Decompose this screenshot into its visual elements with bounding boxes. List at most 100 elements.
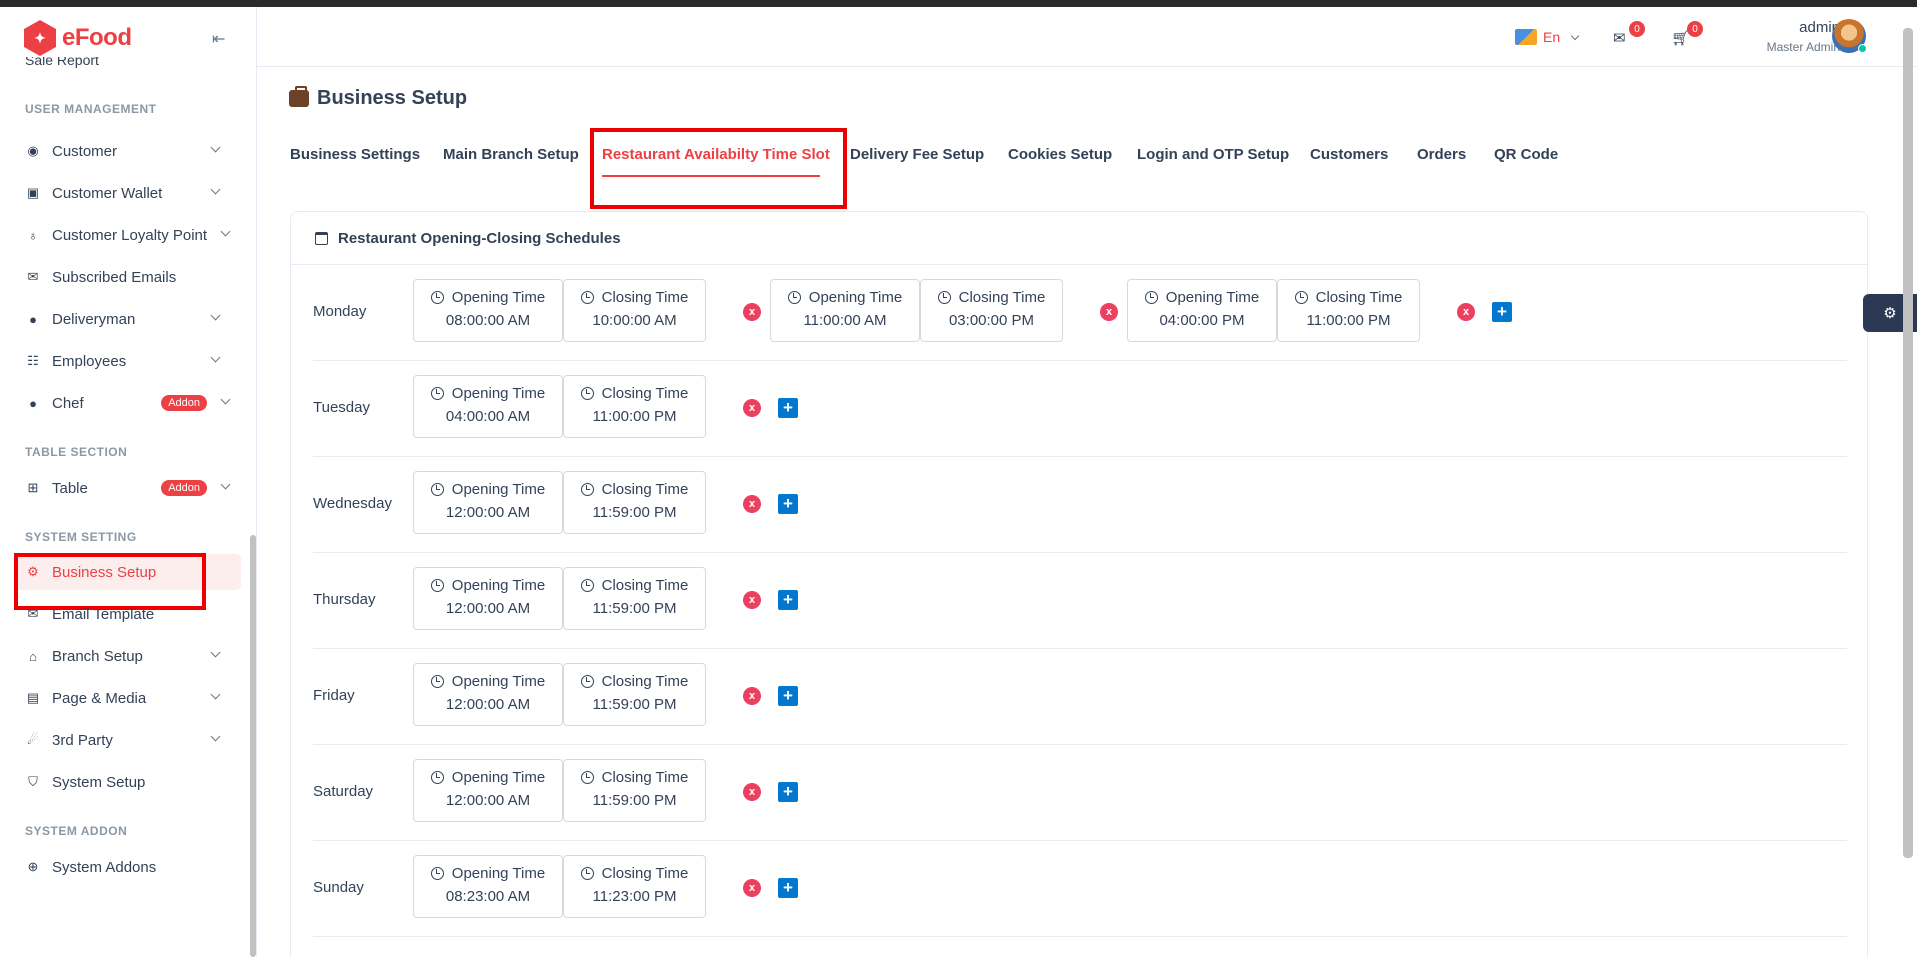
sidebar-item-label: Deliveryman [52,310,136,328]
closing-time-slot[interactable]: Closing Time 11:00:00 PM [1277,279,1420,342]
tab-customers[interactable]: Customers [1310,146,1388,163]
section-system-addon: SYSTEM ADDON [25,824,128,838]
sidebar-scrollbar[interactable] [250,535,256,957]
tab-orders[interactable]: Orders [1417,146,1466,163]
opening-time-slot[interactable]: Opening Time 04:00:00 AM [413,375,563,438]
opening-time-slot-label: Opening Time [451,289,546,306]
avatar[interactable] [1832,19,1867,53]
closing-time-slot-title: Closing Time [1278,289,1419,306]
cart-button[interactable]: 🛒︎ 0 [1671,21,1703,47]
sidebar-item-customer[interactable]: ◉ Customer [14,133,241,169]
add-slot-button[interactable]: + [778,878,798,898]
remove-slot-button[interactable]: x [743,495,761,513]
page-scrollbar[interactable] [1903,28,1913,858]
tab-qr-code[interactable]: QR Code [1494,146,1558,163]
closing-time-slot[interactable]: Closing Time 11:59:00 PM [563,567,706,630]
add-slot-button[interactable]: + [778,494,798,514]
calendar-icon [315,231,328,245]
opening-time-slot[interactable]: Opening Time 12:00:00 AM [413,759,563,822]
sidebar-item-employees[interactable]: ☷ Employees [14,343,241,379]
sidebar-item-email-template[interactable]: ✉ Email Template [14,596,241,632]
opening-time-slot[interactable]: Opening Time 04:00:00 PM [1127,279,1277,342]
sidebar-item-system-addons[interactable]: ⊕ System Addons [14,849,241,885]
shield-check-icon: ⛉ [28,774,38,789]
sidebar-item-label: Branch Setup [52,647,143,665]
opening-time-slot-title: Opening Time [414,289,562,306]
remove-slot-button[interactable]: x [743,783,761,801]
opening-time-slot[interactable]: Opening Time 08:00:00 AM [413,279,563,342]
sidebar-item-3rd-party[interactable]: ☄ 3rd Party [14,722,241,758]
add-slot-button[interactable]: + [778,590,798,610]
add-slot-button[interactable]: + [778,686,798,706]
tab-business-settings[interactable]: Business Settings [290,146,420,163]
sidebar-item-subscribed-emails[interactable]: ✉ Subscribed Emails [14,259,241,295]
user-role: Master Admin [1766,40,1840,54]
closing-time-slot-value: 10:00:00 AM [592,312,677,329]
clock-icon [937,291,951,304]
closing-time-slot-value: 11:59:00 PM [592,600,677,617]
opening-time-slot[interactable]: Opening Time 12:00:00 AM [413,471,563,534]
closing-time-slot[interactable]: Closing Time 03:00:00 PM [920,279,1063,342]
opening-time-slot[interactable]: Opening Time 11:00:00 AM [770,279,920,342]
add-slot-button[interactable]: + [1492,302,1512,322]
opening-time-slot-label: Opening Time [451,865,546,882]
closing-time-slot-title: Closing Time [564,673,705,690]
remove-slot-button[interactable]: x [1457,303,1475,321]
sidebar-collapse-icon[interactable]: ⇤ [212,29,225,49]
sidebar-item-label: Chef [52,394,84,412]
opening-time-slot-value: 08:00:00 AM [445,312,531,329]
sidebar-item-customer-loyalty-point[interactable]: ♁ Customer Loyalty Point [14,217,241,253]
page-title: Business Setup [289,86,467,110]
day-label: Tuesday [313,399,370,416]
closing-time-slot-value: 11:59:00 PM [592,696,677,713]
closing-time-slot-label: Closing Time [601,673,689,690]
top-header: En ✉ 0 🛒︎ 0 admin Master Admin [257,7,1917,67]
addon-badge: Addon [161,480,207,496]
remove-slot-button[interactable]: x [743,303,761,321]
closing-time-slot[interactable]: Closing Time 11:23:00 PM [563,855,706,918]
day-label: Sunday [313,879,364,896]
opening-time-slot[interactable]: Opening Time 12:00:00 AM [413,663,563,726]
closing-time-slot-title: Closing Time [921,289,1062,306]
logo[interactable]: ✦ eFood [24,20,132,56]
sidebar-item-sale-report-partial[interactable]: Sale Report [25,57,99,71]
closing-time-slot[interactable]: Closing Time 11:00:00 PM [563,375,706,438]
sidebar-item-label: Customer Wallet [52,184,163,202]
sidebar-item-page-media[interactable]: ▤ Page & Media [14,680,241,716]
remove-slot-button[interactable]: x [743,879,761,897]
add-slot-button[interactable]: + [778,782,798,802]
remove-slot-button[interactable]: x [743,591,761,609]
closing-time-slot[interactable]: Closing Time 11:59:00 PM [563,759,706,822]
sidebar-item-chef[interactable]: ● Chef Addon [14,385,241,421]
mail-icon: ✉ [27,269,39,284]
messages-button[interactable]: ✉ 0 [1613,21,1645,47]
sidebar-item-customer-wallet[interactable]: ▣ Customer Wallet [14,175,241,211]
schedule-row-saturday: Saturday Opening Time 12:00:00 AM Closing T… [313,745,1847,841]
chevron-down-icon [210,689,221,700]
language-label: En [1543,29,1561,45]
closing-time-slot[interactable]: Closing Time 11:59:00 PM [563,663,706,726]
table-icon: ⊞ [27,480,39,495]
sidebar-item-deliveryman[interactable]: ● Deliveryman [14,301,241,337]
remove-slot-button[interactable]: x [743,399,761,417]
remove-slot-button[interactable]: x [1100,303,1118,321]
tab-delivery-fee-setup[interactable]: Delivery Fee Setup [850,146,984,163]
opening-time-slot-label: Opening Time [808,289,903,306]
remove-slot-button[interactable]: x [743,687,761,705]
logo-icon: ✦ [24,20,56,56]
closing-time-slot[interactable]: Closing Time 10:00:00 AM [563,279,706,342]
opening-time-slot[interactable]: Opening Time 08:23:00 AM [413,855,563,918]
sidebar-item-system-setup[interactable]: ⛉ System Setup [14,764,241,800]
add-slot-button[interactable]: + [778,398,798,418]
tab-main-branch-setup[interactable]: Main Branch Setup [443,146,579,163]
language-selector[interactable]: En [1515,29,1580,45]
tab-cookies-setup[interactable]: Cookies Setup [1008,146,1112,163]
user-menu[interactable]: admin Master Admin [1740,19,1840,54]
sidebar-item-branch-setup[interactable]: ⌂ Branch Setup [14,638,241,674]
sidebar-item-table[interactable]: ⊞ Table Addon [14,470,241,506]
opening-time-slot[interactable]: Opening Time 12:00:00 AM [413,567,563,630]
logo-text: eFood [62,24,132,51]
tab-login-otp-setup[interactable]: Login and OTP Setup [1137,146,1289,163]
closing-time-slot[interactable]: Closing Time 11:59:00 PM [563,471,706,534]
location-icon: ◉ [27,143,39,158]
